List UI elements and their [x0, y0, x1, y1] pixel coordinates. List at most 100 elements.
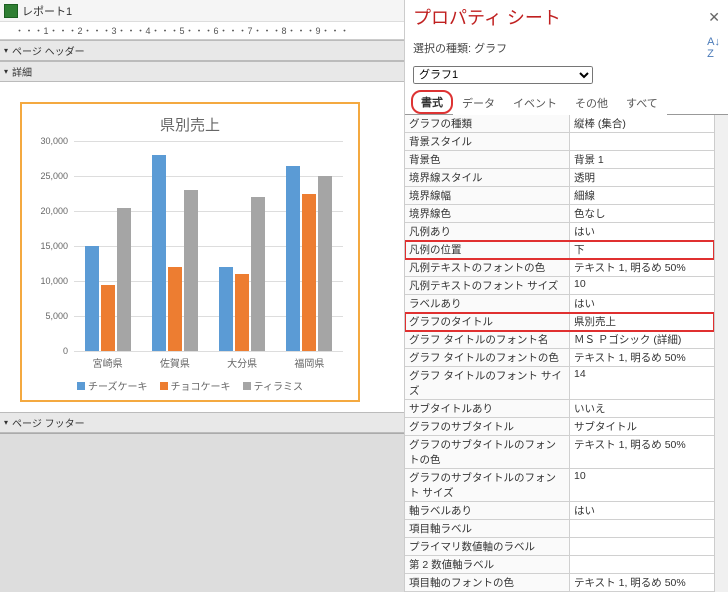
- property-value[interactable]: はい: [570, 295, 714, 312]
- detail-design-surface[interactable]: 県別売上 05,00010,00015,00020,00025,00030,00…: [0, 82, 404, 412]
- property-row[interactable]: グラフのサブタイトルのフォント サイズ10: [405, 469, 714, 502]
- bar: [286, 166, 300, 352]
- tab-データ[interactable]: データ: [453, 91, 504, 115]
- property-title: プロパティ シート: [413, 4, 561, 30]
- property-row[interactable]: 境界線色色なし: [405, 205, 714, 223]
- property-row[interactable]: グラフ タイトルのフォントの色テキスト 1, 明るめ 50%: [405, 349, 714, 367]
- property-row[interactable]: グラフのタイトル県別売上: [405, 313, 714, 331]
- property-value[interactable]: いいえ: [570, 400, 714, 417]
- tab-イベント[interactable]: イベント: [504, 91, 566, 115]
- property-name: グラフ タイトルのフォント サイズ: [405, 367, 570, 399]
- legend-label: チーズケーキ: [88, 378, 148, 393]
- property-sheet-panel: プロパティ シート ✕ 選択の種類: グラフ A↓Z グラフ1 書式データイベン…: [405, 0, 728, 592]
- property-value[interactable]: 10: [570, 469, 714, 501]
- property-row[interactable]: グラフ タイトルのフォント サイズ14: [405, 367, 714, 400]
- property-row[interactable]: 境界線幅細線: [405, 187, 714, 205]
- property-row[interactable]: グラフ タイトルのフォント名ＭＳ Ｐゴシック (詳細): [405, 331, 714, 349]
- property-row[interactable]: サブタイトルありいいえ: [405, 400, 714, 418]
- tab-すべて[interactable]: すべて: [617, 91, 667, 115]
- property-value[interactable]: [570, 133, 714, 150]
- property-row[interactable]: 凡例ありはい: [405, 223, 714, 241]
- close-icon[interactable]: ✕: [708, 9, 720, 26]
- property-row[interactable]: 第 2 数値軸ラベル: [405, 556, 714, 574]
- property-name: 境界線スタイル: [405, 169, 570, 186]
- chart-object[interactable]: 県別売上 05,00010,00015,00020,00025,00030,00…: [20, 102, 360, 402]
- chart-legend: チーズケーキチョコケーキティラミス: [32, 378, 348, 393]
- property-value[interactable]: [570, 556, 714, 573]
- report-title-bar: レポート1: [0, 0, 404, 22]
- property-value[interactable]: 色なし: [570, 205, 714, 222]
- property-value[interactable]: 下: [570, 241, 714, 258]
- legend-item: チョコケーキ: [160, 378, 231, 393]
- property-value[interactable]: 透明: [570, 169, 714, 186]
- bar: [168, 267, 182, 351]
- property-value[interactable]: はい: [570, 223, 714, 240]
- x-label: 宮崎県: [93, 355, 123, 370]
- property-name: サブタイトルあり: [405, 400, 570, 417]
- property-row[interactable]: 項目軸のフォントの色テキスト 1, 明るめ 50%: [405, 574, 714, 592]
- tab-書式[interactable]: 書式: [411, 90, 453, 114]
- property-value[interactable]: [570, 538, 714, 555]
- bar: [235, 274, 249, 351]
- selection-type-row: 選択の種類: グラフ A↓Z: [405, 34, 728, 64]
- property-value[interactable]: テキスト 1, 明るめ 50%: [570, 259, 714, 276]
- bar-group: [152, 141, 198, 351]
- object-select[interactable]: グラフ1: [413, 66, 593, 84]
- section-page-header[interactable]: ▾ ページ ヘッダー: [0, 40, 404, 61]
- bar-group: [286, 141, 332, 351]
- property-row[interactable]: 境界線スタイル透明: [405, 169, 714, 187]
- property-name: 項目軸のフォントの色: [405, 574, 570, 591]
- property-value[interactable]: 10: [570, 277, 714, 294]
- property-row[interactable]: ラベルありはい: [405, 295, 714, 313]
- sort-icon[interactable]: A↓Z: [707, 36, 720, 60]
- property-grid[interactable]: グラフの種類縦棒 (集合)背景スタイル背景色背景 1境界線スタイル透明境界線幅細…: [405, 115, 714, 592]
- property-row[interactable]: 項目軸ラベル: [405, 520, 714, 538]
- property-row[interactable]: プライマリ数値軸のラベル: [405, 538, 714, 556]
- property-name: 軸ラベルあり: [405, 502, 570, 519]
- legend-swatch: [160, 382, 168, 390]
- section-detail[interactable]: ▾ 詳細: [0, 61, 404, 82]
- property-row[interactable]: 軸ラベルありはい: [405, 502, 714, 520]
- property-name: プライマリ数値軸のラベル: [405, 538, 570, 555]
- collapse-icon: ▾: [4, 67, 8, 76]
- collapse-icon: ▾: [4, 46, 8, 55]
- property-row[interactable]: 凡例テキストのフォント サイズ10: [405, 277, 714, 295]
- property-value[interactable]: 縦棒 (集合): [570, 115, 714, 132]
- property-value[interactable]: はい: [570, 502, 714, 519]
- property-name: 凡例テキストのフォントの色: [405, 259, 570, 276]
- property-value[interactable]: 県別売上: [570, 313, 714, 330]
- footer-design-surface[interactable]: [0, 433, 404, 592]
- property-row[interactable]: グラフのサブタイトルサブタイトル: [405, 418, 714, 436]
- property-name: ラベルあり: [405, 295, 570, 312]
- y-tick: 0: [63, 346, 68, 356]
- property-name: グラフのタイトル: [405, 313, 570, 330]
- property-row[interactable]: 背景スタイル: [405, 133, 714, 151]
- property-value[interactable]: [570, 520, 714, 537]
- property-value[interactable]: ＭＳ Ｐゴシック (詳細): [570, 331, 714, 348]
- property-row[interactable]: 凡例テキストのフォントの色テキスト 1, 明るめ 50%: [405, 259, 714, 277]
- report-design-panel: レポート1 ・・・1・・・2・・・3・・・4・・・5・・・6・・・7・・・8・・…: [0, 0, 405, 592]
- property-value[interactable]: サブタイトル: [570, 418, 714, 435]
- property-row[interactable]: 背景色背景 1: [405, 151, 714, 169]
- tab-その他[interactable]: その他: [566, 91, 617, 115]
- section-page-footer[interactable]: ▾ ページ フッター: [0, 412, 404, 433]
- y-tick: 25,000: [40, 171, 68, 181]
- property-name: グラフ タイトルのフォント名: [405, 331, 570, 348]
- object-selector[interactable]: グラフ1: [413, 66, 720, 84]
- bar: [117, 208, 131, 352]
- property-row[interactable]: グラフの種類縦棒 (集合): [405, 115, 714, 133]
- property-value[interactable]: テキスト 1, 明るめ 50%: [570, 574, 714, 591]
- vertical-scrollbar[interactable]: [714, 115, 728, 592]
- bar: [101, 285, 115, 352]
- property-value[interactable]: 細線: [570, 187, 714, 204]
- y-tick: 5,000: [45, 311, 68, 321]
- property-row[interactable]: グラフのサブタイトルのフォントの色テキスト 1, 明るめ 50%: [405, 436, 714, 469]
- x-label: 福岡県: [294, 355, 324, 370]
- property-name: 背景スタイル: [405, 133, 570, 150]
- property-name: 凡例テキストのフォント サイズ: [405, 277, 570, 294]
- property-row[interactable]: 凡例の位置下: [405, 241, 714, 259]
- property-value[interactable]: 背景 1: [570, 151, 714, 168]
- property-value[interactable]: 14: [570, 367, 714, 399]
- property-value[interactable]: テキスト 1, 明るめ 50%: [570, 436, 714, 468]
- property-value[interactable]: テキスト 1, 明るめ 50%: [570, 349, 714, 366]
